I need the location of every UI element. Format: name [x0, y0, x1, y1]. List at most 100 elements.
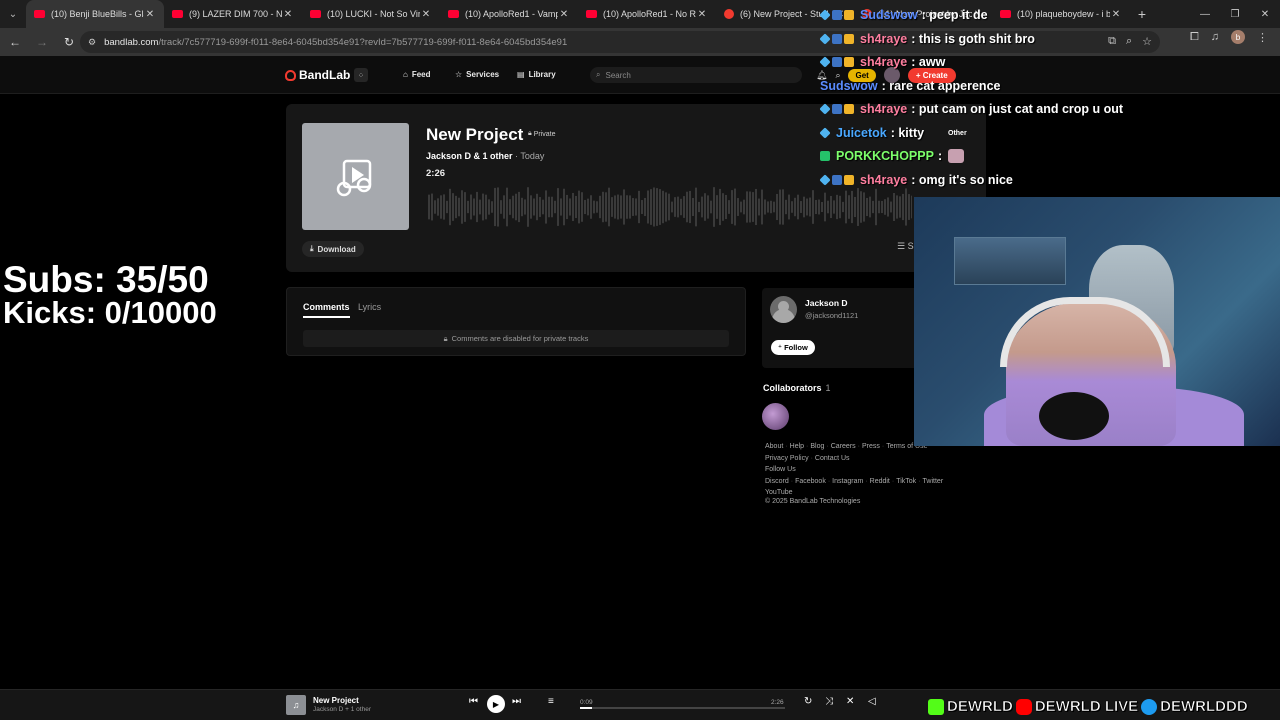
search-input[interactable]: ⌕ Search	[590, 67, 802, 83]
comments-panel: Comments Lyrics 🔒︎ Comments are disabled …	[286, 287, 746, 356]
footer-link[interactable]: Careers	[831, 443, 856, 450]
extensions-icon[interactable]: ⧠	[1190, 31, 1199, 44]
waveform-bar	[536, 193, 538, 221]
previous-icon[interactable]: ⏮︎	[469, 696, 478, 707]
waveform-bar	[773, 201, 775, 213]
chat-message: sh4raye: put cam on just cat and crop u …	[819, 102, 1123, 116]
reload-icon[interactable]: ↻	[57, 30, 81, 54]
waveform-bar	[668, 193, 670, 221]
waveform-bar	[608, 187, 610, 227]
close-tab-icon[interactable]: ✕	[696, 9, 708, 20]
minimize-icon[interactable]: —	[1190, 0, 1220, 28]
home-icon: ⌂	[403, 70, 408, 79]
footer-link[interactable]: Instagram	[832, 478, 863, 485]
waveform-bar	[707, 195, 709, 219]
zoom-icon[interactable]: ⌕	[1126, 35, 1132, 48]
nav-feed[interactable]: ⌂ Feed	[403, 70, 431, 79]
waveform-bar	[452, 193, 454, 221]
browser-tab[interactable]: (10) plaqueboydew - i be ✕	[992, 0, 1130, 28]
back-icon[interactable]: ←	[3, 30, 27, 54]
footer-link[interactable]: Help	[790, 443, 804, 450]
repeat-icon[interactable]: ↻	[804, 696, 812, 707]
creator-avatar[interactable]	[770, 296, 797, 323]
player-thumbnail[interactable]: ♫	[286, 695, 306, 715]
play-button[interactable]: ▶	[487, 695, 505, 713]
profile-avatar[interactable]: b	[1231, 30, 1245, 44]
footer-link[interactable]: TikTok	[896, 478, 916, 485]
footer-row: Discord · Facebook · Instagram · Reddit · TikTok…	[765, 476, 975, 488]
close-tab-icon[interactable]: ✕	[558, 9, 570, 20]
footer-link[interactable]: Facebook	[795, 478, 826, 485]
waveform-bar	[797, 194, 799, 220]
webcam-feed	[914, 197, 1280, 446]
waveform-bar	[716, 195, 718, 219]
waveform-bar	[671, 201, 673, 213]
close-window-icon[interactable]: ✕	[1250, 0, 1280, 28]
browser-tab[interactable]: (9) LAZER DIM 700 - NEX✕	[164, 0, 302, 28]
browser-tab[interactable]: (10) ApolloRed1 - Vamp L ✕	[440, 0, 578, 28]
waveform[interactable]	[428, 184, 912, 230]
close-tab-icon[interactable]: ✕	[282, 9, 294, 20]
volume-icon[interactable]: ◁	[868, 696, 876, 707]
next-icon[interactable]: ⏭︎	[512, 696, 521, 707]
waveform-bar	[431, 193, 433, 221]
follow-us-label: Follow Us	[765, 466, 796, 473]
nav-services[interactable]: ☆ Services	[455, 70, 499, 79]
collaborator-avatar[interactable]	[762, 403, 789, 430]
chat-username: Sudswow	[820, 78, 878, 93]
install-app-icon[interactable]: ⧉	[1108, 35, 1116, 48]
bandlab-logo[interactable]: BandLab	[285, 68, 350, 82]
media-controls-icon[interactable]: ♫	[1211, 31, 1219, 43]
footer-link[interactable]: Press	[862, 443, 880, 450]
track-artists[interactable]: Jackson D & 1 other · Today	[426, 151, 544, 161]
waveform-bar	[635, 198, 637, 216]
tab-comments[interactable]: Comments	[303, 302, 350, 318]
footer-link[interactable]: Discord	[765, 478, 789, 485]
footer-link[interactable]: Blog	[810, 443, 824, 450]
waveform-bar	[497, 187, 499, 227]
nav-library[interactable]: ▤ Library	[517, 70, 556, 79]
waveform-bar	[569, 198, 571, 216]
footer-link[interactable]: Reddit	[870, 478, 890, 485]
footer-link[interactable]: About	[765, 443, 783, 450]
browser-menu-icon[interactable]: ⋮	[1257, 31, 1268, 44]
restore-icon[interactable]: ❐	[1220, 0, 1250, 28]
separator: ·	[865, 477, 868, 485]
download-button[interactable]: ⤓ Download	[302, 241, 364, 257]
waveform-bar	[800, 201, 802, 213]
tab-search-icon[interactable]: ⌄	[0, 0, 26, 28]
waveform-bar	[791, 201, 793, 213]
close-tab-icon[interactable]: ✕	[144, 9, 156, 20]
close-tab-icon[interactable]: ✕	[420, 9, 432, 20]
waveform-bar	[857, 188, 859, 226]
browser-tab[interactable]: (10) ApolloRed1 - No Run ✕	[578, 0, 716, 28]
chat-username: Sudswow	[860, 8, 918, 22]
browser-tab[interactable]: (10) LUCKI - Not So Virgo✕	[302, 0, 440, 28]
progress-bar[interactable]	[580, 707, 785, 709]
forward-icon[interactable]: →	[30, 30, 54, 54]
browser-tab[interactable]: (10) Benji BlueBills - Glas ✕	[26, 0, 164, 28]
new-tab-button[interactable]: +	[1130, 6, 1154, 22]
track-cover-art[interactable]	[302, 123, 409, 230]
queue-button[interactable]: ☰ S	[897, 241, 914, 252]
footer-link[interactable]: Twitter	[923, 478, 944, 485]
footer-link[interactable]: Privacy Policy	[765, 455, 809, 462]
close-tab-icon[interactable]: ✕	[1110, 9, 1122, 20]
site-info-icon[interactable]: ⚙	[88, 37, 96, 48]
queue-icon[interactable]: ≡	[548, 696, 554, 707]
mute-icon[interactable]: ✕	[846, 696, 854, 707]
bookmark-star-icon[interactable]: ☆	[1142, 35, 1152, 48]
creator-name[interactable]: Jackson D	[805, 298, 848, 308]
waveform-bar	[899, 196, 901, 218]
tab-lyrics[interactable]: Lyrics	[358, 302, 381, 312]
waveform-bar	[752, 192, 754, 222]
footer-link[interactable]: YouTube	[765, 489, 793, 496]
waveform-bar	[548, 196, 550, 218]
chat-text: : omg it's so nice	[911, 172, 1013, 187]
player-title[interactable]: New Project	[313, 696, 359, 705]
footer-link[interactable]: Contact Us	[815, 455, 850, 462]
shuffle-icon[interactable]: ⤨	[825, 696, 833, 707]
apps-grid-icon[interactable]: ⁘	[354, 68, 368, 82]
waveform-bar	[725, 194, 727, 220]
follow-button[interactable]: ⁺ Follow	[771, 340, 815, 355]
